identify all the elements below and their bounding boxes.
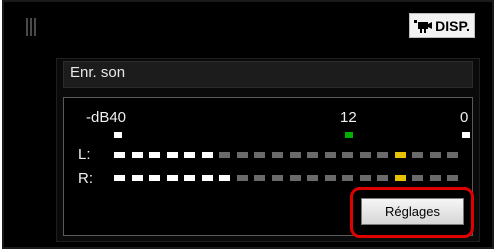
right-level-segment — [377, 175, 389, 181]
right-level-segment — [429, 175, 441, 181]
left-level-segment — [114, 152, 125, 158]
right-level-segment — [149, 175, 161, 181]
right-level-segment — [447, 175, 459, 181]
disp-button[interactable]: DISP. — [409, 13, 475, 38]
right-level-segment — [272, 175, 283, 181]
right-level-segment — [307, 175, 319, 181]
scale-tick-min — [114, 132, 122, 138]
left-level-segment — [272, 152, 283, 158]
scale-tick-0 — [462, 132, 470, 138]
panel-title: Enr. son — [70, 64, 126, 81]
right-level-segment — [289, 175, 301, 181]
right-level-segment — [394, 175, 406, 181]
right-level-segment — [114, 175, 125, 181]
left-level-segment — [184, 152, 196, 158]
right-level-segment — [359, 175, 371, 181]
right-level-segment — [201, 175, 213, 181]
left-level-segment — [166, 152, 178, 158]
left-level-segment — [429, 152, 441, 158]
left-level-segment — [324, 152, 336, 158]
right-level-segment — [219, 175, 231, 181]
movie-camera-icon — [414, 19, 433, 33]
drag-handle-icon[interactable] — [26, 18, 40, 36]
left-level-segment — [254, 152, 266, 158]
left-level-segment — [359, 152, 371, 158]
right-level-segment — [324, 175, 336, 181]
scale-label-12: 12 — [340, 109, 357, 126]
left-level-segment — [394, 152, 406, 158]
channel-label-right: R: — [78, 170, 93, 187]
left-level-segment — [219, 152, 231, 158]
scale-tick-12 — [345, 132, 353, 138]
channel-label-left: L: — [78, 146, 91, 163]
right-level-segment — [131, 175, 143, 181]
left-level-segment — [131, 152, 143, 158]
right-level-segment — [254, 175, 266, 181]
disp-label: DISP. — [435, 17, 470, 34]
left-level-segment — [377, 152, 389, 158]
left-level-segment — [447, 152, 459, 158]
scale-label-min: -dB40 — [86, 109, 127, 126]
right-level-segment — [184, 175, 196, 181]
left-level-segment — [289, 152, 301, 158]
left-level-segment — [236, 152, 248, 158]
left-level-segment — [307, 152, 319, 158]
scale-label-0: 0 — [460, 109, 469, 126]
left-level-segment — [149, 152, 161, 158]
right-level-segment — [166, 175, 178, 181]
left-level-segment — [201, 152, 213, 158]
left-level-segment — [342, 152, 354, 158]
right-level-segment — [236, 175, 248, 181]
left-level-segment — [412, 152, 424, 158]
right-level-segment — [412, 175, 424, 181]
settings-button[interactable]: Réglages — [361, 198, 464, 225]
right-level-segment — [342, 175, 354, 181]
